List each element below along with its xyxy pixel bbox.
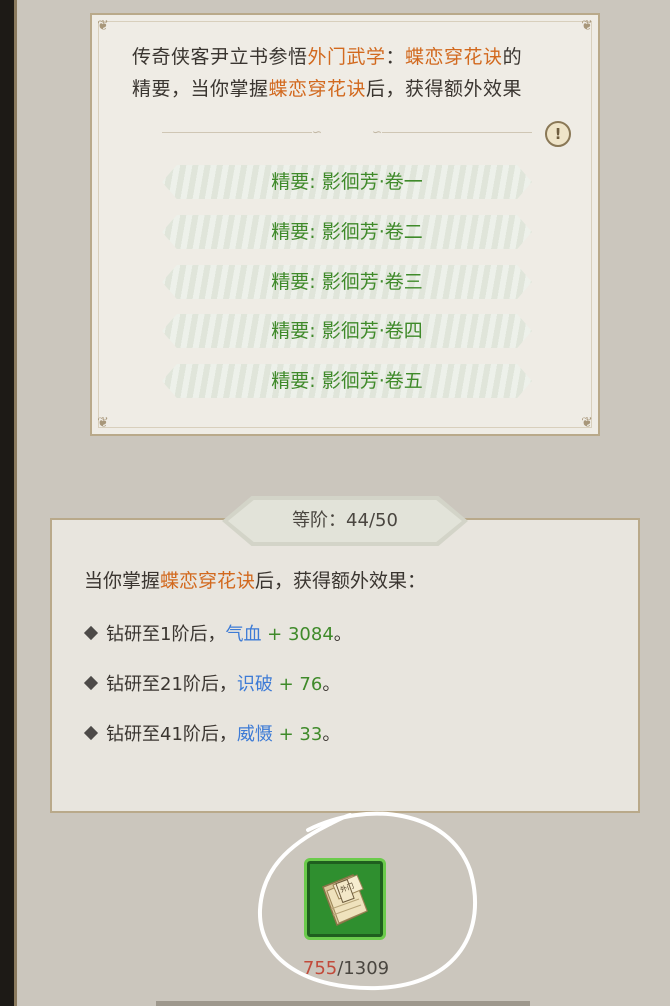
desc-text: ： [385,46,406,68]
bonus-line: 钻研至41阶后，威慑 + 33。 [83,720,341,746]
essence-label: 精要: 影徊芳·卷一 [271,171,423,193]
intro-text: 当你掌握 [84,570,161,592]
essence-item[interactable]: 精要: 影徊芳·卷四 [162,314,532,348]
corner-ornament-icon: ❦ [581,18,593,34]
grade-label: 等阶：44/50 [228,500,462,542]
corner-ornament-icon: ❦ [581,415,593,431]
bonus-line: 钻研至1阶后，气血 + 3084。 [83,620,352,646]
bonus-end: 。 [322,674,341,695]
info-icon[interactable]: ! [545,121,571,147]
bottom-button-edge[interactable] [156,1001,530,1006]
essence-label: 精要: 影徊芳·卷三 [271,271,423,293]
stat-name: 气血 [225,624,262,645]
desc-text: 精要，当你掌握 [132,78,269,100]
hand-drawn-circle-annotation [257,811,478,991]
stat-value: + 76 [272,674,323,695]
essence-label: 精要: 影徊芳·卷四 [271,320,423,342]
bonus-prefix: 钻研至1阶后， [106,624,226,645]
corner-ornament-icon: ❦ [97,415,109,431]
essence-item[interactable]: 精要: 影徊芳·卷三 [162,265,532,299]
stat-value: + 3084 [261,624,334,645]
stat-name: 识破 [236,674,273,695]
essence-item[interactable]: 精要: 影徊芳·卷五 [162,364,532,398]
window-left-edge [0,0,14,1006]
essence-item[interactable]: 精要: 影徊芳·卷二 [162,215,532,249]
bonus-prefix: 钻研至41阶后， [106,724,237,745]
essence-card: ❦ ❦ ❦ ❦ 传奇侠客尹立书参悟外门武学：蝶恋穿花诀的 精要，当你掌握蝶恋穿花… [90,13,600,436]
desc-text: 的 [502,46,523,68]
skill-name: 蝶恋穿花诀 [160,570,256,592]
diamond-bullet-icon [83,725,99,741]
bonus-line: 钻研至21阶后，识破 + 76。 [83,670,341,696]
bonus-prefix: 钻研至21阶后， [106,674,237,695]
essence-item[interactable]: 精要: 影徊芳·卷一 [162,165,532,199]
stat-name: 威慑 [236,724,273,745]
desc-text: 后，获得额外效果 [366,78,523,100]
bonus-card [50,518,640,813]
school-name: 外门武学 [307,46,386,68]
intro-text: 后，获得额外效果： [255,570,427,592]
ornamental-divider: ∽ ∽ [162,125,532,139]
diamond-bullet-icon [83,625,99,641]
bonus-intro: 当你掌握蝶恋穿花诀后，获得额外效果： [84,566,426,593]
essence-label: 精要: 影徊芳·卷五 [271,370,423,392]
corner-ornament-icon: ❦ [97,18,109,34]
desc-text: 传奇侠客尹立书参悟 [132,46,308,68]
skill-name: 蝶恋穿花诀 [268,78,367,100]
stat-value: + 33 [272,724,323,745]
bonus-end: 。 [333,624,352,645]
skill-name: 蝶恋穿花诀 [405,46,503,68]
diamond-bullet-icon [83,675,99,691]
skill-description: 传奇侠客尹立书参悟外门武学：蝶恋穿花诀的 精要，当你掌握蝶恋穿花诀后，获得额外效… [132,41,572,105]
window-left-border [14,0,17,1006]
bonus-end: 。 [322,724,341,745]
essence-label: 精要: 影徊芳·卷二 [271,221,423,243]
